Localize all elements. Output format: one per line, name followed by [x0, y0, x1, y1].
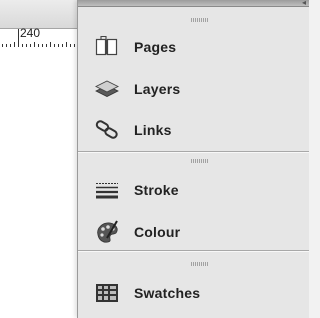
document-canvas[interactable] — [0, 48, 82, 318]
screen: 240 ◂ Pages Layers Links Stroke Colour S… — [0, 0, 309, 318]
horizontal-ruler[interactable]: 240 — [0, 0, 82, 49]
layers-icon — [94, 76, 120, 102]
panel-group-3: Swatches — [78, 252, 309, 318]
panel-item-layers[interactable]: Layers — [78, 72, 309, 106]
panel-item-links[interactable]: Links — [78, 113, 309, 147]
panel-item-label: Stroke — [134, 182, 179, 198]
stroke-icon — [94, 177, 120, 203]
links-icon — [94, 117, 120, 143]
panel-item-label: Swatches — [134, 285, 201, 301]
panel-item-label: Colour — [134, 224, 181, 240]
colour-icon — [94, 219, 120, 245]
panel-item-pages[interactable]: Pages — [78, 30, 309, 64]
grip-handle-icon[interactable] — [191, 262, 209, 266]
panel-item-label: Pages — [134, 39, 177, 55]
panel-item-colour[interactable]: Colour — [78, 215, 309, 249]
panel-titlebar[interactable]: ◂ — [78, 0, 309, 7]
panel-item-label: Links — [134, 122, 172, 138]
panel-item-stroke[interactable]: Stroke — [78, 173, 309, 207]
pages-icon — [94, 34, 120, 60]
ruler-bar — [0, 0, 82, 29]
panel-group-1: Pages Layers Links — [78, 16, 309, 143]
grip-handle-icon[interactable] — [191, 159, 209, 163]
ruler-ticks — [2, 29, 75, 47]
panel-item-label: Layers — [134, 81, 181, 97]
panel-group-2: Stroke Colour — [78, 153, 309, 247]
grip-handle-icon[interactable] — [191, 18, 209, 22]
swatches-icon — [94, 280, 120, 306]
panel-item-swatches[interactable]: Swatches — [78, 276, 309, 310]
panel-dock: ◂ Pages Layers Links Stroke Colour Swatc… — [77, 0, 309, 318]
collapse-arrow-icon[interactable]: ◂ — [302, 0, 306, 7]
